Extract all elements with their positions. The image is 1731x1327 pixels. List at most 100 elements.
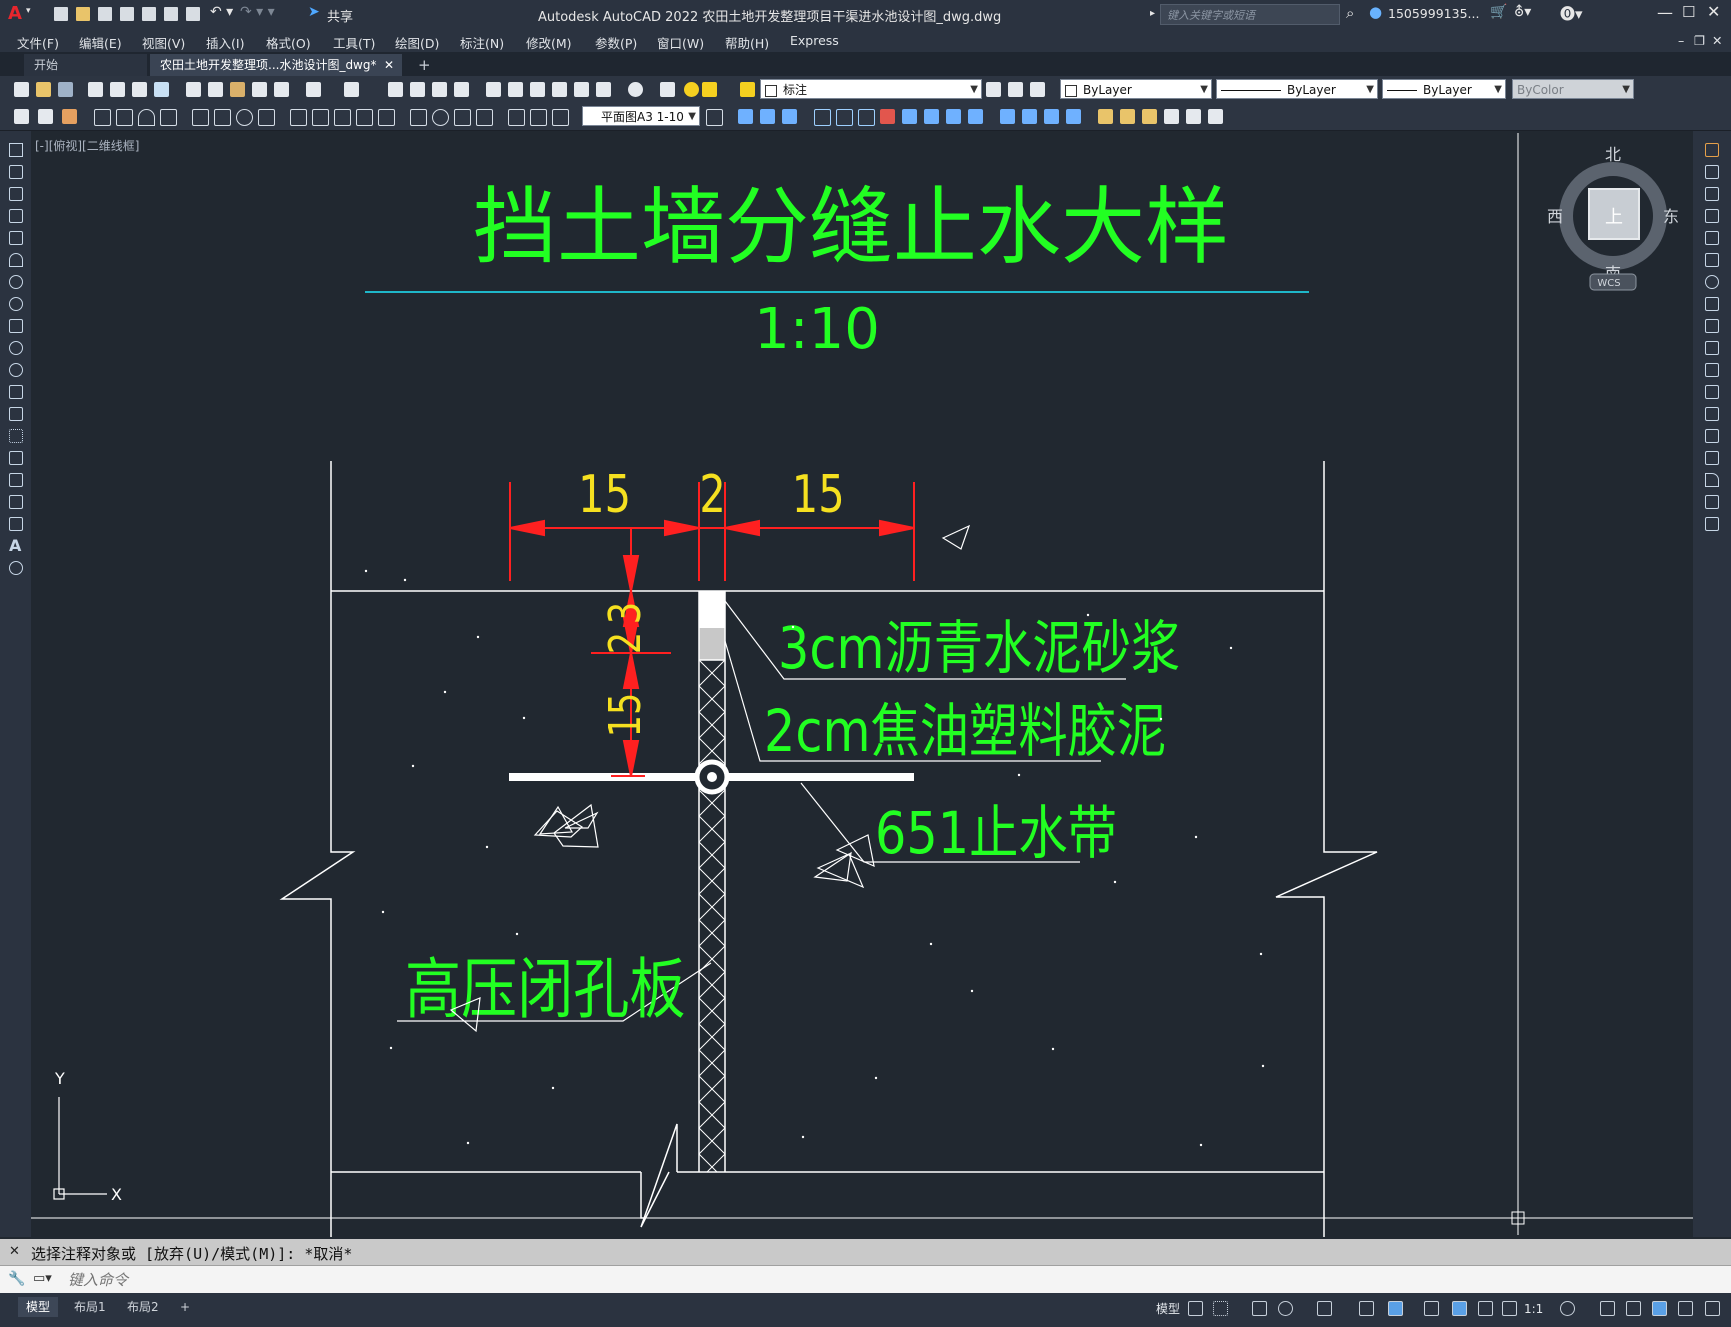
array-icon[interactable]: [1066, 109, 1081, 124]
quick-dim-icon[interactable]: [290, 109, 307, 126]
color-dropdown[interactable]: ByLayer ▼: [1060, 79, 1212, 99]
doc-minimize-button[interactable]: –: [1678, 33, 1684, 48]
chamfer-icon[interactable]: [1000, 109, 1015, 124]
tab-layout1[interactable]: 布局1: [66, 1297, 114, 1317]
design-center-icon[interactable]: [508, 82, 523, 97]
tab-layout2[interactable]: 布局2: [119, 1297, 167, 1317]
menu-draw[interactable]: 绘图(D): [395, 33, 439, 52]
polyline-icon[interactable]: [9, 187, 23, 201]
maximize-button[interactable]: ☐: [1682, 3, 1695, 21]
mirror-icon[interactable]: [760, 109, 775, 124]
arc-icon[interactable]: [9, 253, 23, 267]
trim-icon[interactable]: [1705, 341, 1719, 355]
3d-print-icon[interactable]: [154, 82, 169, 97]
open-web-icon[interactable]: [142, 7, 156, 21]
region-icon[interactable]: [9, 495, 23, 509]
plot-icon[interactable]: [88, 82, 103, 97]
menu-window[interactable]: 窗口(W): [657, 33, 704, 52]
region-icon[interactable]: [1208, 109, 1223, 124]
doc-restore-button[interactable]: ❐: [1694, 33, 1705, 48]
command-settings-icon[interactable]: 🔧: [8, 1271, 25, 1287]
annotation-monitor-icon[interactable]: [1600, 1301, 1615, 1316]
lineweight-dropdown[interactable]: ByLayer ▼: [1382, 79, 1506, 99]
redo-icon[interactable]: [344, 82, 359, 97]
ellipse-icon[interactable]: [9, 341, 23, 355]
stretch-icon[interactable]: [1705, 319, 1719, 333]
baseline-dim-icon[interactable]: [312, 109, 329, 126]
stretch-icon[interactable]: [880, 109, 895, 124]
make-current-icon[interactable]: [986, 82, 1001, 97]
aligned-dim-icon[interactable]: [116, 109, 133, 126]
open-file-icon[interactable]: [76, 7, 90, 21]
make-block-icon[interactable]: [1120, 109, 1135, 124]
mirror-icon[interactable]: [1705, 187, 1719, 201]
auto-scale-icon[interactable]: [1478, 1301, 1493, 1316]
menu-help[interactable]: 帮助(H): [725, 33, 769, 52]
copy-object-icon[interactable]: [738, 109, 753, 124]
app-logo[interactable]: A: [8, 3, 22, 24]
menu-tools[interactable]: 工具(T): [333, 33, 375, 52]
trim-icon[interactable]: [902, 109, 917, 124]
menu-format[interactable]: 格式(O): [266, 33, 311, 52]
customize-menu-icon[interactable]: [1705, 1301, 1720, 1316]
array-icon[interactable]: [1705, 231, 1719, 245]
zoom-window-icon[interactable]: [432, 82, 447, 97]
scale-icon[interactable]: [1705, 297, 1719, 311]
ortho-icon[interactable]: [1252, 1301, 1267, 1316]
break-icon[interactable]: [1705, 407, 1719, 421]
center-mark-icon[interactable]: [432, 109, 449, 126]
break-dim-icon[interactable]: [378, 109, 395, 126]
menu-dimension[interactable]: 标注(N): [460, 33, 504, 52]
cart-icon[interactable]: 🛒: [1490, 4, 1507, 20]
save-icon[interactable]: [58, 82, 73, 97]
plot-icon[interactable]: [186, 7, 200, 21]
tool-palettes-icon[interactable]: [530, 82, 545, 97]
tolerance-icon[interactable]: [410, 109, 427, 126]
layer-on-icon[interactable]: [684, 82, 699, 97]
break-at-point-icon[interactable]: [1705, 385, 1719, 399]
insert-block-icon[interactable]: [9, 385, 23, 399]
menu-edit[interactable]: 编辑(E): [79, 33, 122, 52]
zoom-realtime-icon[interactable]: [410, 82, 425, 97]
workspace-gear-icon[interactable]: [1560, 1301, 1575, 1316]
zoom-previous-icon[interactable]: [454, 82, 469, 97]
pan-icon[interactable]: [388, 82, 403, 97]
dim-edit-icon[interactable]: [508, 109, 525, 126]
table-icon[interactable]: [9, 517, 23, 531]
arc-length-icon[interactable]: [138, 109, 155, 126]
join-icon[interactable]: [968, 109, 983, 124]
publish-icon[interactable]: [132, 82, 147, 97]
construction-line-icon[interactable]: [9, 165, 23, 179]
ellipse-arc-icon[interactable]: [9, 363, 23, 377]
extend-icon[interactable]: [1705, 363, 1719, 377]
polar-icon[interactable]: [1278, 1301, 1293, 1316]
block-editor-icon[interactable]: [274, 82, 289, 97]
blend-curves-icon[interactable]: [1705, 495, 1719, 509]
share-button[interactable]: 共享: [327, 6, 353, 25]
units-icon[interactable]: [1626, 1301, 1641, 1316]
layer-isolate-icon[interactable]: [62, 109, 77, 124]
line-icon[interactable]: [9, 143, 23, 157]
hatch-icon[interactable]: [1164, 109, 1179, 124]
diameter-dim-icon[interactable]: [236, 109, 253, 126]
undo-icon[interactable]: ↶ ▾: [210, 4, 233, 20]
save-as-icon[interactable]: [120, 7, 134, 21]
preview-icon[interactable]: [110, 82, 125, 97]
close-tab-icon[interactable]: ✕: [384, 54, 394, 76]
paste-icon[interactable]: [230, 82, 245, 97]
gradient-icon[interactable]: [1186, 109, 1201, 124]
offset-icon[interactable]: [1705, 209, 1719, 223]
tab-drawing[interactable]: 农田土地开发整理项...水池设计图_dwg* ✕: [150, 54, 402, 76]
menu-parametric[interactable]: 参数(P): [595, 33, 637, 52]
menu-express[interactable]: Express: [790, 33, 839, 48]
inspect-icon[interactable]: [454, 109, 471, 126]
layer-lock-icon[interactable]: [740, 82, 755, 97]
annotation-scale-value[interactable]: 1:1: [1516, 1299, 1551, 1319]
menu-insert[interactable]: 插入(I): [206, 33, 244, 52]
move-icon[interactable]: [814, 109, 831, 126]
app-menu-chevron-icon[interactable]: ▾: [26, 6, 31, 16]
offset-icon[interactable]: [782, 109, 797, 124]
save-icon[interactable]: [98, 7, 112, 21]
isodraft-icon[interactable]: [1317, 1301, 1332, 1316]
osnap-icon[interactable]: [1388, 1301, 1403, 1316]
